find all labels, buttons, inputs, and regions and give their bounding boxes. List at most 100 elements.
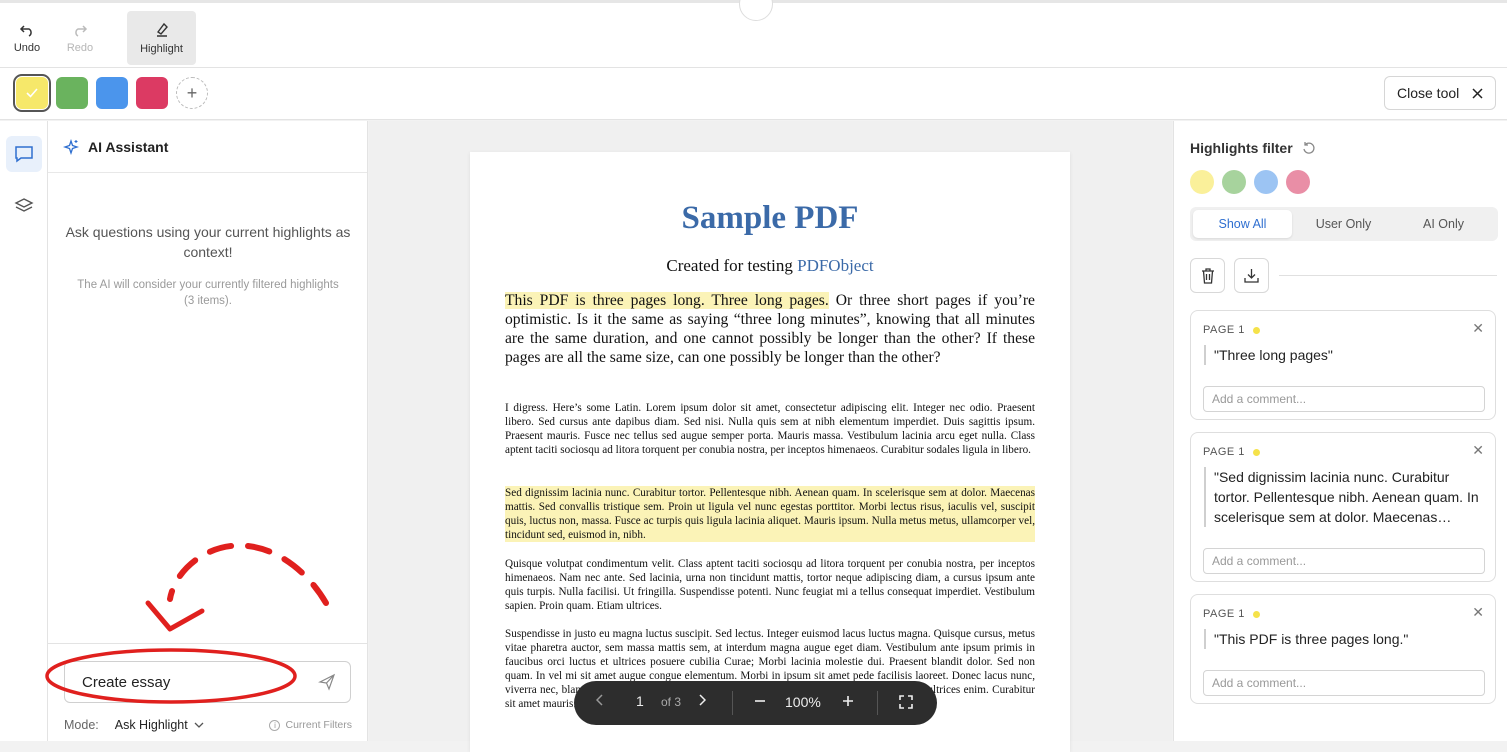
- filter-dot-green[interactable]: [1222, 170, 1246, 194]
- page-number-input[interactable]: 1: [636, 693, 644, 709]
- sparkle-icon: [63, 138, 79, 155]
- ai-mode-value: Ask Highlight: [114, 718, 188, 732]
- chat-panel-button[interactable]: [6, 136, 42, 172]
- pdf-title: Sample PDF: [681, 200, 859, 236]
- prev-page-button[interactable]: [596, 694, 604, 706]
- pdfobject-link[interactable]: PDFObject: [797, 256, 874, 275]
- toolbar-divider: [1279, 275, 1497, 276]
- nav-divider-2: [877, 691, 878, 715]
- highlight-source-tabs: Show All User Only AI Only: [1190, 207, 1498, 241]
- color-swatch-yellow[interactable]: [13, 74, 51, 112]
- remove-highlight-button[interactable]: ✕: [1472, 320, 1484, 337]
- highlight-page-label: PAGE 1: [1203, 324, 1260, 336]
- zoom-in-button[interactable]: [842, 695, 854, 707]
- zoom-level: 100%: [785, 694, 821, 710]
- layers-icon: [14, 198, 34, 212]
- fullscreen-icon: [899, 695, 913, 709]
- highlights-panel: Highlights filter Show All User Only AI …: [1173, 121, 1507, 741]
- highlight-tool-button[interactable]: Highlight: [127, 11, 196, 65]
- pdf-paragraph-1: I digress. Here’s some Latin. Lorem ipsu…: [505, 402, 1035, 457]
- minus-icon: [755, 700, 765, 702]
- top-toolbar: Undo Redo Highlight: [0, 0, 1507, 68]
- undo-button[interactable]: Undo: [6, 11, 48, 65]
- filter-dot-yellow[interactable]: [1190, 170, 1214, 194]
- page-label-text: PAGE 1: [1203, 446, 1245, 458]
- remove-highlight-button[interactable]: ✕: [1472, 604, 1484, 621]
- undo-label: Undo: [13, 41, 41, 54]
- redo-button[interactable]: Redo: [58, 11, 102, 65]
- chevron-right-icon: [699, 694, 706, 706]
- export-highlights-button[interactable]: [1234, 258, 1269, 293]
- ai-assistant-panel: AI Assistant Ask questions using your cu…: [48, 121, 368, 741]
- pdf-page[interactable]: Sample PDF Created for testing PDFObject…: [470, 152, 1070, 752]
- tab-show-all[interactable]: Show All: [1193, 210, 1292, 238]
- highlighter-icon: [156, 22, 168, 37]
- pdf-viewer: Sample PDF Created for testing PDFObject…: [369, 121, 1172, 752]
- close-tool-label: Close tool: [1397, 85, 1460, 101]
- highlight-card[interactable]: PAGE 1 ✕ "Three long pages" Add a commen…: [1190, 310, 1496, 420]
- send-icon[interactable]: [318, 673, 336, 691]
- download-icon: [1244, 269, 1259, 283]
- close-tool-button[interactable]: Close tool: [1384, 76, 1496, 110]
- ai-question-input[interactable]: Create essay: [64, 661, 351, 703]
- ai-input-area: Create essay Mode: Ask Highlight i Curre…: [48, 643, 368, 741]
- highlight-card[interactable]: PAGE 1 ✕ "Sed dignissim lacinia nunc. Cu…: [1190, 432, 1496, 582]
- pdf-highlight-1[interactable]: This PDF is three pages long. Three long…: [505, 292, 829, 309]
- filter-dot-blue[interactable]: [1254, 170, 1278, 194]
- undo-icon: [19, 24, 32, 37]
- redo-icon: [75, 24, 88, 37]
- filter-dot-red[interactable]: [1286, 170, 1310, 194]
- page-label-text: PAGE 1: [1203, 608, 1245, 620]
- color-dot: [1252, 448, 1260, 456]
- collapse-toolbar-handle[interactable]: [739, 0, 773, 21]
- highlight-card[interactable]: PAGE 1 ✕ "This PDF is three pages long."…: [1190, 594, 1496, 704]
- page-label-text: PAGE 1: [1203, 324, 1245, 336]
- color-swatch-green[interactable]: [56, 77, 88, 109]
- pdf-highlight-2[interactable]: Sed dignissim lacinia nunc. Curabitur to…: [505, 486, 1035, 543]
- current-filters-label: Current Filters: [285, 719, 352, 731]
- color-dot: [1252, 610, 1260, 618]
- plus-icon: [843, 696, 853, 706]
- tab-ai-only[interactable]: AI Only: [1394, 210, 1493, 238]
- pdf-paragraph-3: Quisque volutpat condimentum velit. Clas…: [505, 558, 1035, 613]
- comment-input[interactable]: Add a comment...: [1203, 670, 1485, 696]
- left-rail: [0, 121, 48, 741]
- highlight-quote: "This PDF is three pages long.": [1204, 629, 1486, 649]
- chevron-down-icon: [194, 722, 204, 728]
- current-filters-info[interactable]: i Current Filters: [269, 719, 352, 731]
- fullscreen-button[interactable]: [899, 695, 913, 709]
- highlight-label: Highlight: [140, 42, 183, 55]
- page-total: of 3: [661, 695, 682, 709]
- color-swatch-blue[interactable]: [96, 77, 128, 109]
- next-page-button[interactable]: [698, 694, 706, 706]
- remove-highlight-button[interactable]: ✕: [1472, 442, 1484, 459]
- ai-assistant-header: AI Assistant: [48, 121, 367, 173]
- color-palette-bar: + Close tool: [0, 68, 1507, 120]
- highlights-filter-heading: Highlights filter: [1190, 140, 1316, 156]
- zoom-out-button[interactable]: [754, 695, 766, 707]
- layers-panel-button[interactable]: [6, 188, 42, 224]
- info-icon: i: [269, 719, 281, 731]
- trash-icon: [1201, 267, 1214, 284]
- ai-mode-selector[interactable]: Mode: Ask Highlight: [64, 718, 204, 732]
- tab-user-only[interactable]: User Only: [1294, 210, 1393, 238]
- delete-highlights-button[interactable]: [1190, 258, 1225, 293]
- color-dot: [1252, 326, 1260, 334]
- pdf-subtitle: Created for testing PDFObject: [470, 256, 1070, 276]
- highlight-page-label: PAGE 1: [1203, 446, 1260, 458]
- ai-input-value: Create essay: [82, 673, 171, 691]
- highlight-quote: "Three long pages": [1204, 345, 1486, 365]
- chevron-left-icon: [596, 694, 603, 706]
- highlight-quote: "Sed dignissim lacinia nunc. Curabitur t…: [1204, 467, 1486, 527]
- reset-icon[interactable]: [1302, 141, 1316, 155]
- chat-icon: [15, 146, 33, 163]
- ai-mode-label: Mode:: [64, 718, 99, 732]
- highlight-page-label: PAGE 1: [1203, 608, 1260, 620]
- comment-input[interactable]: Add a comment...: [1203, 386, 1485, 412]
- comment-input[interactable]: Add a comment...: [1203, 548, 1485, 574]
- highlights-filter-title: Highlights filter: [1190, 140, 1293, 156]
- ai-assistant-title: AI Assistant: [88, 138, 169, 155]
- add-color-button[interactable]: +: [176, 77, 208, 109]
- ai-context-note: The AI will consider your currently filt…: [77, 279, 339, 307]
- color-swatch-red[interactable]: [136, 77, 168, 109]
